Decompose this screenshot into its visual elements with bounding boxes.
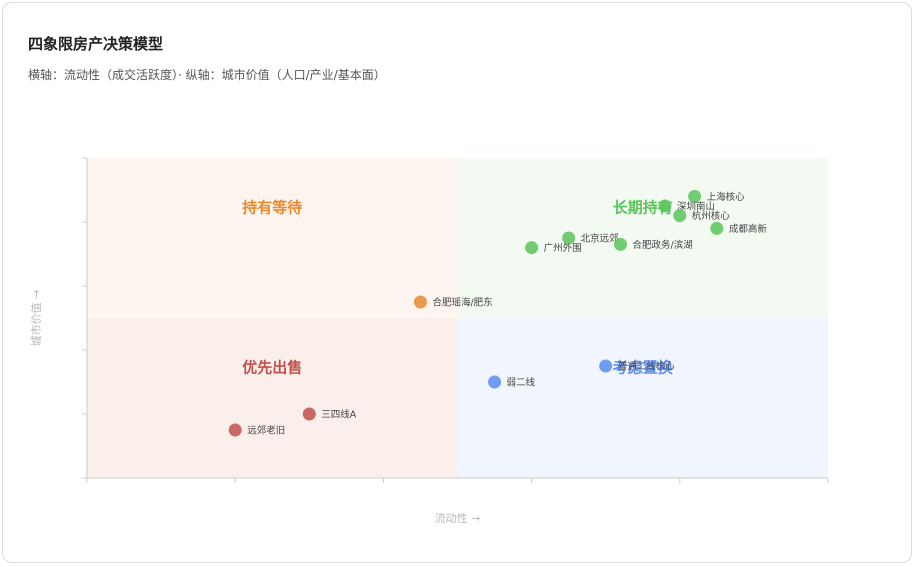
point-marker — [614, 237, 628, 251]
point-label: 远郊老旧 — [247, 425, 285, 437]
point-label: 合肥瑶海/肥东 — [432, 297, 492, 309]
point-label: 成都高新 — [729, 223, 768, 235]
point-label: 弱二线 — [507, 377, 536, 389]
point-label: 北京远郊 — [581, 233, 619, 245]
x-axis-title: 流动性 → — [435, 511, 481, 525]
quadrant-backgrounds — [87, 158, 828, 478]
point-marker — [710, 221, 724, 235]
y-axis-title: 城市价值 → — [29, 290, 43, 347]
point-marker — [599, 359, 613, 373]
quadrant-scatter-chart: 持有等待 长期持有优先出售 考虑置换 上海核心深圳南山杭州核心成都高新北京远郊合肥政… — [29, 157, 829, 525]
point-marker — [525, 241, 539, 255]
point-marker — [658, 199, 672, 213]
quadrant-bg-top-left — [87, 158, 458, 318]
point-label: 杭州核心 — [692, 210, 731, 222]
point-marker — [488, 375, 502, 389]
point-marker — [302, 407, 316, 421]
point-marker — [228, 423, 242, 437]
quadrant-bg-bottom-right — [457, 318, 828, 478]
point-label: 合肥政务/滨湖 — [633, 239, 693, 251]
quadrant-label-top-left: 持有等待 — [242, 199, 302, 217]
quadrant-bg-bottom-left — [87, 318, 458, 478]
point-label: 普通二线核心 — [618, 361, 676, 373]
point-marker — [673, 209, 687, 223]
quadrant-bg-top-right — [457, 158, 828, 318]
point-label: 三四线A — [321, 409, 357, 421]
point-label: 广州外围 — [544, 242, 582, 254]
quadrant-label-bottom-left: 优先出售 — [242, 359, 302, 377]
point-marker — [413, 295, 427, 309]
